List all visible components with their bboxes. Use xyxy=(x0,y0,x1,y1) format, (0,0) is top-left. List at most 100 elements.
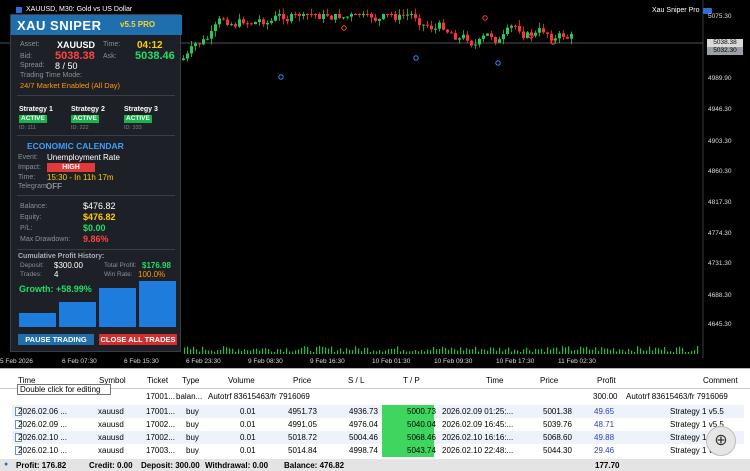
volume-bar xyxy=(298,349,300,354)
volume-bar xyxy=(391,348,393,354)
table-cell: 5018.72 xyxy=(288,433,317,442)
candle-body xyxy=(418,18,421,26)
candle-body xyxy=(258,19,261,22)
table-row[interactable]: 2026.02.09 ... xauusd 17002... buy 0.01 4991.… xyxy=(12,418,744,431)
candle-body xyxy=(386,14,389,15)
volume-bar xyxy=(343,351,345,354)
volume-bar xyxy=(571,350,573,354)
table-cell: xauusd xyxy=(98,433,124,442)
col-ticket[interactable]: Ticket xyxy=(147,376,168,385)
calendar-time-label: Time: xyxy=(18,174,36,181)
table-cell: 2026.02.10 ... xyxy=(18,433,67,442)
candle-body xyxy=(230,24,233,26)
table-cell: 48.71 xyxy=(594,420,615,429)
table-row[interactable]: 2026.02.06 ... xauusd 17001... buy 0.01 4951.… xyxy=(12,405,744,418)
col-type[interactable]: Type xyxy=(182,376,199,385)
candle-body xyxy=(238,19,241,27)
volume-bar xyxy=(490,347,492,354)
volume-bar xyxy=(457,350,459,354)
strategy-3-status[interactable]: ACTIVE xyxy=(124,115,152,123)
table-cell: 2026.02.10 22:48:... xyxy=(442,446,514,455)
ea-label[interactable]: Xau Sniper Pro xyxy=(652,7,713,14)
spread-value: 8 / 50 xyxy=(55,61,78,71)
candle-body xyxy=(190,46,193,54)
asset-value: XAUUSD xyxy=(57,40,96,50)
footer-profit: Profit: 176.82 xyxy=(16,461,67,470)
volume-bar xyxy=(529,350,531,354)
growth-bar xyxy=(139,281,176,327)
close-all-trades-button[interactable]: CLOSE ALL TRADES xyxy=(99,334,177,345)
volume-bar xyxy=(331,346,333,354)
candle-body xyxy=(210,30,213,39)
col-comment[interactable]: Comment xyxy=(703,376,738,385)
trade-marker-icon[interactable] xyxy=(482,15,488,21)
volume-bar xyxy=(424,351,426,354)
volume-bar xyxy=(358,348,360,354)
candle-body xyxy=(282,14,285,20)
x-tick-label: 6 Feb 23:30 xyxy=(186,358,221,365)
drawdown-value: 9.86% xyxy=(83,234,109,244)
table-cell: buy xyxy=(186,433,199,442)
table-cell: buy xyxy=(186,420,199,429)
x-tick-label: 6 Feb 07:30 xyxy=(62,358,97,365)
candle-body xyxy=(414,14,417,19)
volume-bar xyxy=(565,347,567,354)
trade-marker-icon[interactable] xyxy=(495,60,501,66)
strategy-1-status[interactable]: ACTIVE xyxy=(19,115,47,123)
col-sl[interactable]: S / L xyxy=(348,376,364,385)
balance-value: $476.82 xyxy=(83,201,116,211)
table-cell: 17003... xyxy=(146,446,175,455)
pause-trading-button[interactable]: PAUSE TRADING xyxy=(18,334,94,345)
table-cell: buy xyxy=(186,407,199,416)
table-cell: 17002... xyxy=(146,420,175,429)
volume-bar xyxy=(403,349,405,354)
volume-bar xyxy=(547,347,549,354)
strategy-1-id: ID: 111 xyxy=(19,125,36,131)
deposit-row[interactable]: 17001... balan... Autotrf 83615463/fr 79… xyxy=(12,390,744,403)
candle-body xyxy=(198,43,201,45)
col-price[interactable]: Price xyxy=(293,376,311,385)
trade-marker-icon[interactable] xyxy=(413,55,419,61)
divider xyxy=(17,135,175,136)
volume-bar xyxy=(223,346,225,354)
table-row[interactable]: 2026.02.10 ... xauusd 17002... buy 0.01 5018.… xyxy=(12,431,744,444)
candle-body xyxy=(546,32,549,34)
col-close-price[interactable]: Price xyxy=(540,376,558,385)
candle-body xyxy=(342,17,345,19)
volume-bar xyxy=(241,351,243,354)
table-cell: 2026.02.09 01:25:... xyxy=(442,407,514,416)
candle-body xyxy=(394,14,397,20)
volume-bar xyxy=(265,348,267,354)
candle-body xyxy=(402,14,405,16)
table-cell: 17002... xyxy=(146,433,175,442)
y-tick-label: 4774.30 xyxy=(708,230,732,237)
volume-bar xyxy=(409,351,411,354)
volume-bar xyxy=(232,348,234,354)
trade-marker-icon[interactable] xyxy=(278,74,284,80)
candle-body xyxy=(362,14,365,16)
growth-bar xyxy=(99,288,136,327)
col-tp[interactable]: T / P xyxy=(403,376,420,385)
footer-deposit: Deposit: 300.00 xyxy=(141,461,200,470)
volume-bar xyxy=(334,351,336,354)
volume-bar xyxy=(430,350,432,354)
volume-bar xyxy=(454,349,456,354)
table-row[interactable]: 2026.02.10 ... xauusd 17003... buy 0.01 5014.… xyxy=(12,444,744,457)
candle-body xyxy=(498,39,501,43)
candle-body xyxy=(458,38,461,40)
col-volume[interactable]: Volume xyxy=(228,376,255,385)
strategy-2-status[interactable]: ACTIVE xyxy=(71,115,99,123)
trade-marker-icon[interactable] xyxy=(341,25,347,31)
zoom-in-icon[interactable]: ⊕ xyxy=(706,426,736,456)
volume-bar xyxy=(487,350,489,354)
volume-bar xyxy=(535,349,537,354)
volume-bar xyxy=(550,349,552,354)
candle-body xyxy=(250,23,253,25)
col-close-time[interactable]: Time xyxy=(486,376,503,385)
candle-body xyxy=(242,19,245,24)
volume-bar xyxy=(502,351,504,354)
candle-body xyxy=(326,14,329,16)
col-profit[interactable]: Profit xyxy=(597,376,616,385)
x-tick-label: 10 Feb 01:30 xyxy=(372,358,411,365)
candle-body xyxy=(226,19,229,25)
